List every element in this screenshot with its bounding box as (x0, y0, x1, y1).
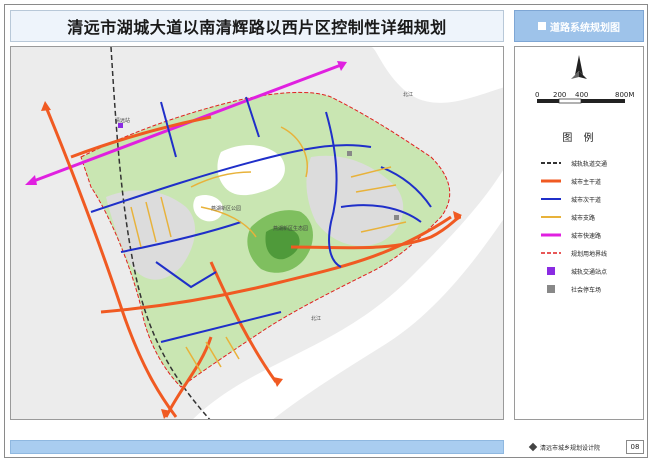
express-road-symbol-icon (541, 230, 561, 240)
scale-tick-0: 0 (535, 91, 540, 99)
sheet-name-box: 道路系统规划图 (514, 10, 644, 42)
legend-label-branch: 城市支路 (571, 214, 596, 222)
parking-marker-2 (394, 215, 399, 220)
legend-label-rail: 城轨轨道交通 (571, 160, 608, 168)
plan-title: 清远市湖城大道以南清辉路以西片区控制性详细规划 (67, 18, 447, 37)
legend-item-secondary: 城市次干道 (541, 193, 601, 205)
legend-item-boundary: 规划用地界线 (541, 247, 607, 259)
footer-bar (10, 440, 504, 454)
parking-symbol-icon (541, 284, 561, 294)
org-logo-icon (528, 442, 538, 452)
label-station: 清远站 (115, 118, 131, 124)
map-panel[interactable]: 清远站 燕湖新区公园 燕湖新区生态园 北江 北江 (10, 46, 504, 420)
legend-item-station: 城轨交通站点 (541, 265, 607, 277)
secondary-road-symbol-icon (541, 194, 561, 204)
title-bar: 清远市湖城大道以南清辉路以西片区控制性详细规划 (10, 10, 504, 42)
label-hill: 燕湖新区生态园 (273, 226, 309, 232)
rail-symbol-icon (541, 158, 561, 168)
legend-label-parking: 社会停车场 (571, 286, 602, 294)
boundary-symbol-icon (541, 248, 561, 258)
label-river-south: 北江 (311, 316, 322, 322)
legend-panel: 0 200 400 800M 图 例 城轨轨道交通 城市主干道 城市次干道 城市… (514, 46, 644, 420)
legend-label-main: 城市主干道 (571, 178, 602, 186)
legend-label-express: 城市快速路 (571, 232, 602, 240)
legend-title: 图 例 (562, 133, 598, 144)
legend-label-boundary: 规划用地界线 (571, 250, 608, 258)
sheet-name-label: 道路系统规划图 (550, 22, 620, 34)
parking-marker-1 (347, 151, 352, 156)
legend-item-branch: 城市支路 (541, 211, 595, 223)
scale-tick-400: 400 (575, 91, 589, 99)
sheet-bullet-icon (538, 22, 546, 30)
legend-item-express: 城市快速路 (541, 229, 601, 241)
north-arrow-icon (571, 55, 587, 79)
footer-org: 清远市城乡规划设计院 (514, 440, 624, 454)
scale-tick-800: 800M (615, 91, 635, 99)
main-road-symbol-icon (541, 176, 561, 186)
legend-item-main: 城市主干道 (541, 175, 601, 187)
station-symbol-icon (541, 266, 561, 276)
legend-item-rail: 城轨轨道交通 (541, 157, 607, 169)
footer-org-name: 清远市城乡规划设计院 (540, 444, 601, 452)
label-park: 燕湖新区公园 (211, 206, 242, 212)
legend-item-parking: 社会停车场 (541, 283, 601, 295)
branch-road-symbol-icon (541, 212, 561, 222)
legend-label-station: 城轨交通站点 (571, 268, 608, 276)
legend-label-secondary: 城市次干道 (571, 196, 602, 204)
scale-tick-200: 200 (553, 91, 567, 99)
label-river-north: 北江 (403, 92, 414, 98)
page-number: 08 (626, 440, 644, 454)
road-map (11, 47, 503, 419)
